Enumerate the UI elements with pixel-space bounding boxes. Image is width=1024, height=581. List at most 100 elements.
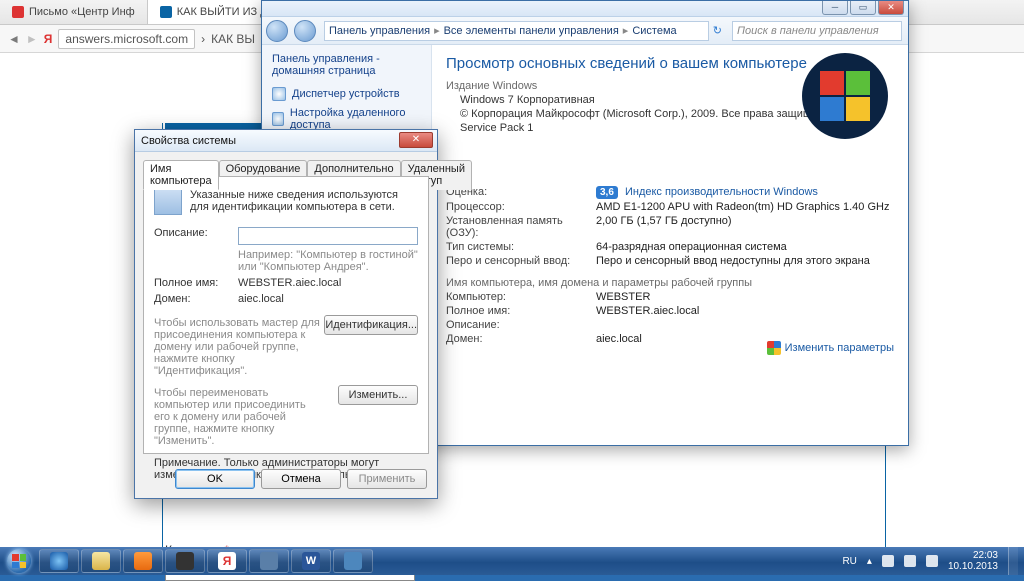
word-icon: W [302,552,320,570]
sidebar-remote-settings-label: Настройка удаленного доступа [290,107,421,131]
cp-nav-forward[interactable] [294,20,316,42]
cpu-value: AMD E1-1200 APU with Radeon(tm) HD Graph… [596,201,889,213]
taskbar-app2[interactable] [333,549,373,573]
system-section-label: ема [446,172,894,184]
cp-nav-bar: Панель управления▸ Все элементы панели у… [262,17,908,45]
sidebar-remote-settings[interactable]: Настройка удаленного доступа [272,107,421,131]
browser-tab-0[interactable]: Письмо «Центр Инф [0,0,148,24]
dlg-domain-value: aiec.local [238,293,284,305]
dlg-panel: Указанные ниже сведения используются для… [143,176,429,454]
dlg-footer: OK Отмена Применить [135,460,437,498]
network-id-button[interactable]: Идентификация... [324,315,418,335]
show-desktop-button[interactable] [1008,547,1018,575]
group-section-label: Имя компьютера, имя домена и параметры р… [446,277,894,289]
pen-value: Перо и сенсорный ввод недоступны для это… [596,255,870,267]
cancel-button[interactable]: Отмена [261,469,341,489]
nav-back-icon[interactable]: ◄ [8,32,20,46]
windows-orb-icon [7,549,31,573]
sidebar-device-manager[interactable]: Диспетчер устройств [272,87,421,101]
start-button[interactable] [0,547,38,575]
full-key: Полное имя: [446,305,596,317]
cp-close-button[interactable]: ✕ [878,1,904,15]
tab-computer-name[interactable]: Имя компьютера [143,160,219,190]
rating-link[interactable]: Индекс производительности Windows [625,186,818,198]
dlg-title-text: Свойства системы [141,135,236,147]
sidebar-device-manager-label: Диспетчер устройств [292,88,400,100]
taskbar-media[interactable] [123,549,163,573]
cp-search-input[interactable]: Поиск в панели управления [732,21,902,41]
type-value: 64-разрядная операционная система [596,241,787,253]
cp-window-controls: ─ ▭ ✕ [820,1,904,15]
tray-show-hidden-icon[interactable]: ▴ [867,556,872,567]
tray-lang[interactable]: RU [842,556,856,567]
dlg-titlebar[interactable]: Свойства системы [135,130,437,152]
address-host[interactable]: answers.microsoft.com [58,29,195,49]
nav-fwd-icon[interactable]: ► [26,32,38,46]
full-value: WEBSTER.aiec.local [596,305,699,317]
dlg-domain-key: Домен: [154,293,238,305]
media-icon [134,552,152,570]
tab-favicon-0 [12,6,24,18]
rating-value: 3,6 Индекс производительности Windows [596,186,818,199]
system-tray: RU ▴ 22:03 10.10.2013 [842,547,1024,575]
address-crumb: КАК ВЫ [211,32,255,46]
dlg-intro: Указанные ниже сведения используются для… [154,189,418,213]
address-crumb-sep: › [201,32,205,46]
cp-main-panel: Просмотр основных сведений о вашем компь… [432,45,908,445]
taskbar-app1[interactable] [249,549,289,573]
taskbar: Я W RU ▴ 22:03 10.10.2013 [0,547,1024,575]
change-settings-link[interactable]: Изменить параметры [767,341,894,355]
cp-home-link[interactable]: Панель управления - домашняя страница [272,53,421,77]
crumb-1[interactable]: Все элементы панели управления [444,25,619,37]
dlg-full-key: Полное имя: [154,277,238,289]
windows-logo [802,53,888,139]
app-icon [260,552,278,570]
shield-icon [272,112,284,126]
pen-key: Перо и сенсорный ввод: [446,255,596,267]
winamp-icon [176,552,194,570]
taskbar-word[interactable]: W [291,549,331,573]
domain-key: Домен: [446,333,596,345]
computer-icon [154,187,182,215]
comp-key: Компьютер: [446,291,596,303]
cp-maximize-button[interactable]: ▭ [850,1,876,15]
taskbar-winamp[interactable] [165,549,205,573]
refresh-icon[interactable]: ↻ [713,24,722,37]
tray-flag-icon[interactable] [882,555,894,567]
app-icon [344,552,362,570]
taskbar-explorer[interactable] [81,549,121,573]
domain-value: aiec.local [596,333,642,345]
wizard-hint: Чтобы использовать мастер для присоедине… [154,317,324,377]
shield-icon [272,87,286,101]
tray-network-icon[interactable] [904,555,916,567]
tray-volume-icon[interactable] [926,555,938,567]
ram-value: 2,00 ГБ (1,57 ГБ доступно) [596,215,732,239]
dlg-close-button[interactable]: ✕ [399,132,433,148]
rating-badge: 3,6 [596,186,618,199]
cp-nav-back[interactable] [266,20,288,42]
crumb-2[interactable]: Система [632,25,676,37]
description-input[interactable] [238,227,418,245]
cp-minimize-button[interactable]: ─ [822,1,848,15]
cp-breadcrumbs[interactable]: Панель управления▸ Все элементы панели у… [324,21,709,41]
cp-titlebar[interactable] [262,1,908,17]
change-settings-label: Изменить параметры [785,342,894,354]
tray-clock[interactable]: 22:03 10.10.2013 [948,550,998,572]
ok-button[interactable]: OK [175,469,255,489]
ram-key: Установленная память (ОЗУ): [446,215,596,239]
cpu-key: Процессор: [446,201,596,213]
desc-key: Описание: [446,319,596,331]
change-button[interactable]: Изменить... [338,385,418,405]
apply-button[interactable]: Применить [347,469,427,489]
comp-value: WEBSTER [596,291,650,303]
taskbar-ie[interactable] [39,549,79,573]
yandex-icon: Я [218,552,236,570]
system-properties-dialog: Свойства системы ✕ Имя компьютера Оборуд… [134,129,438,499]
taskbar-yandex[interactable]: Я [207,549,247,573]
crumb-0[interactable]: Панель управления [329,25,430,37]
folder-icon [92,552,110,570]
type-key: Тип системы: [446,241,596,253]
dlg-full-value: WEBSTER.aiec.local [238,277,341,289]
dlg-desc-hint: Например: "Компьютер в гостиной" или "Ко… [238,249,418,273]
yandex-icon[interactable]: Я [44,32,53,46]
